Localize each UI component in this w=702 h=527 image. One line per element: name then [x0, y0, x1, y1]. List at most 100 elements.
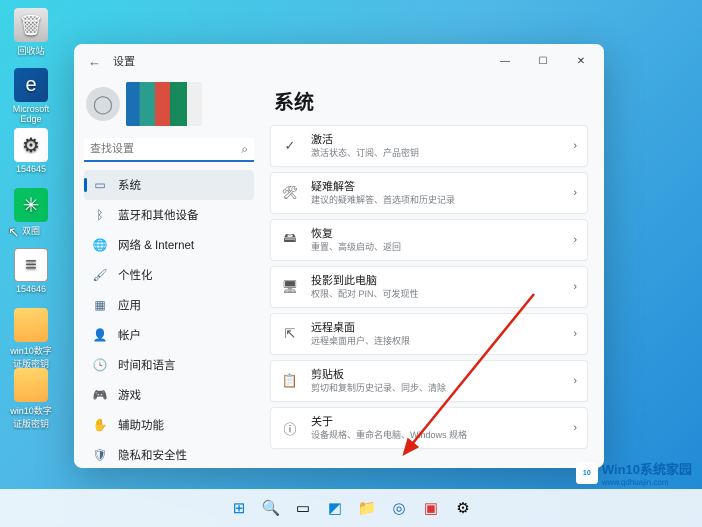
sidebar-item[interactable]: 👤 帐户: [84, 320, 254, 350]
sidebar-item-label: 隐私和安全性: [118, 447, 187, 463]
minimize-button[interactable]: —: [486, 47, 524, 75]
page-title: 系统: [274, 86, 588, 115]
desktop: 🗑回收站eMicrosoft Edge⚙154645✳双圈≡154646win1…: [0, 0, 702, 527]
edge-icon: e: [14, 68, 48, 102]
sidebar-item-label: 系统: [118, 177, 141, 193]
sidebar-item[interactable]: ᛒ 蓝牙和其他设备: [84, 200, 254, 230]
sidebar-item-label: 辅助功能: [118, 417, 164, 433]
card-title: 关于: [311, 416, 561, 429]
chevron-right-icon: ›: [573, 422, 577, 434]
sidebar-item-label: 帐户: [118, 327, 141, 343]
chevron-right-icon: ›: [573, 281, 577, 293]
card-icon: 🖥: [281, 279, 299, 295]
card-title: 远程桌面: [311, 322, 561, 335]
maximize-button[interactable]: ☐: [524, 47, 562, 75]
avatar-icon: ◯: [86, 87, 120, 121]
sidebar-item[interactable]: 🎮 游戏: [84, 380, 254, 410]
task-view-button[interactable]: ▭: [289, 494, 317, 522]
sidebar-item[interactable]: ✋ 辅助功能: [84, 410, 254, 440]
desktop-icon-label: 回收站: [6, 44, 56, 57]
watermark-logo-icon: 10: [576, 462, 598, 484]
card-subtitle: 权限、配对 PIN、可发现性: [311, 289, 561, 300]
card-icon: ⓘ: [281, 419, 299, 438]
sidebar-item[interactable]: 🌐 网络 & Internet: [84, 230, 254, 260]
nav-icon: 🛡: [92, 448, 108, 462]
desktop-icon[interactable]: ✳双圈: [6, 188, 56, 237]
account-banner: [126, 82, 202, 126]
watermark-url: www.qdhuajin.com: [602, 478, 692, 487]
sidebar-item[interactable]: 🕓 时间和语言: [84, 350, 254, 380]
watermark-brand: Win10系统家园: [602, 459, 692, 478]
sidebar-item-label: 游戏: [118, 387, 141, 403]
settings-window: ← 设置 — ☐ ✕ ◯ ⌕ ▭ 系统 ᛒ 蓝牙和其他设备 🌐 网络 & Internet…: [74, 44, 604, 468]
card-list: ✓激活激活状态、订阅、产品密钥›🛠疑难解答建议的疑难解答、首选项和历史记录›🖴恢…: [270, 125, 588, 449]
desktop-icon[interactable]: ⚙154645: [6, 128, 56, 174]
card-title: 恢复: [311, 228, 561, 241]
card-title: 疑难解答: [311, 181, 561, 194]
nav-icon: 🕓: [92, 358, 108, 372]
start-button[interactable]: ⊞: [225, 494, 253, 522]
gear-icon: ⚙: [14, 128, 48, 162]
taskbar[interactable]: ⊞ 🔍 ▭ ◩ 📁 ◎ ▣ ⚙: [0, 489, 702, 527]
sidebar-item[interactable]: ▭ 系统: [84, 170, 254, 200]
txt-icon: ≡: [14, 248, 48, 282]
nav-icon: ✋: [92, 418, 108, 432]
card-title: 投影到此电脑: [311, 275, 561, 288]
search-icon: ⌕: [241, 142, 248, 157]
sidebar-item-label: 蓝牙和其他设备: [118, 207, 199, 223]
chevron-right-icon: ›: [573, 140, 577, 152]
card-subtitle: 剪切和复制历史记录、同步、清除: [311, 383, 561, 394]
sidebar-item[interactable]: 🖌 个性化: [84, 260, 254, 290]
card-title: 剪贴板: [311, 369, 561, 382]
settings-card[interactable]: ✓激活激活状态、订阅、产品密钥›: [270, 125, 588, 167]
app-taskbar-button[interactable]: ▣: [417, 494, 445, 522]
chevron-right-icon: ›: [573, 187, 577, 199]
settings-card[interactable]: ⓘ 关于设备规格、重命名电脑、Windows 规格 ›: [270, 407, 588, 449]
settings-card[interactable]: 🖴恢复重置、高级启动、返回›: [270, 219, 588, 261]
search-box[interactable]: ⌕: [84, 138, 254, 162]
desktop-icon[interactable]: 🗑 回收站: [6, 8, 56, 57]
desktop-icon-label: Microsoft Edge: [6, 104, 56, 124]
card-icon: 🛠: [281, 185, 299, 201]
back-button[interactable]: ←: [84, 50, 105, 73]
sidebar-item-label: 网络 & Internet: [118, 237, 194, 253]
sidebar-item-label: 时间和语言: [118, 357, 176, 373]
edge-taskbar-button[interactable]: ◎: [385, 494, 413, 522]
settings-card[interactable]: 🖥 投影到此电脑权限、配对 PIN、可发现性 ›: [270, 266, 588, 308]
settings-card[interactable]: ⇱远程桌面远程桌面用户、连接权限›: [270, 313, 588, 355]
nav-icon: 🌐: [92, 238, 108, 252]
desktop-icon[interactable]: win10数字证版密钥: [6, 308, 56, 370]
desktop-icon[interactable]: win10数字证版密钥: [6, 368, 56, 430]
sidebar-item-label: 个性化: [118, 267, 153, 283]
card-subtitle: 激活状态、订阅、产品密钥: [311, 148, 561, 159]
settings-card[interactable]: 🛠 疑难解答建议的疑难解答、首选项和历史记录 ›: [270, 172, 588, 214]
desktop-icon-label: 双圈: [6, 224, 56, 237]
profile-block[interactable]: ◯: [84, 78, 254, 134]
recycle-icon: 🗑: [14, 8, 48, 42]
card-icon: 📋: [281, 373, 299, 389]
nav-icon: 🎮: [92, 388, 108, 402]
search-button[interactable]: 🔍: [257, 494, 285, 522]
search-input[interactable]: [84, 138, 254, 162]
desktop-icon[interactable]: ≡154646: [6, 248, 56, 294]
settings-card[interactable]: 📋剪贴板剪切和复制历史记录、同步、清除›: [270, 360, 588, 402]
explorer-button[interactable]: 📁: [353, 494, 381, 522]
card-subtitle: 建议的疑难解答、首选项和历史记录: [311, 195, 561, 206]
sidebar: ◯ ⌕ ▭ 系统 ᛒ 蓝牙和其他设备 🌐 网络 & Internet 🖌 个性化 ▦应用 👤 帐户 🕓…: [74, 78, 264, 468]
desktop-icon[interactable]: eMicrosoft Edge: [6, 68, 56, 124]
nav-icon: ᛒ: [92, 208, 108, 222]
chevron-right-icon: ›: [573, 234, 577, 246]
widgets-button[interactable]: ◩: [321, 494, 349, 522]
settings-taskbar-button[interactable]: ⚙: [449, 494, 477, 522]
nav-icon: 🖌: [92, 268, 108, 282]
titlebar: ← 设置 — ☐ ✕: [74, 44, 604, 78]
sidebar-item[interactable]: ▦应用: [84, 290, 254, 320]
nav-icon: ▭: [92, 178, 108, 192]
card-icon: ⇱: [281, 326, 299, 342]
nav-icon: ▦: [92, 298, 108, 312]
card-subtitle: 设备规格、重命名电脑、Windows 规格: [311, 430, 561, 441]
close-button[interactable]: ✕: [562, 47, 600, 75]
nav-icon: 👤: [92, 328, 108, 342]
folder-icon: [14, 368, 48, 402]
sidebar-item[interactable]: 🛡 隐私和安全性: [84, 440, 254, 468]
